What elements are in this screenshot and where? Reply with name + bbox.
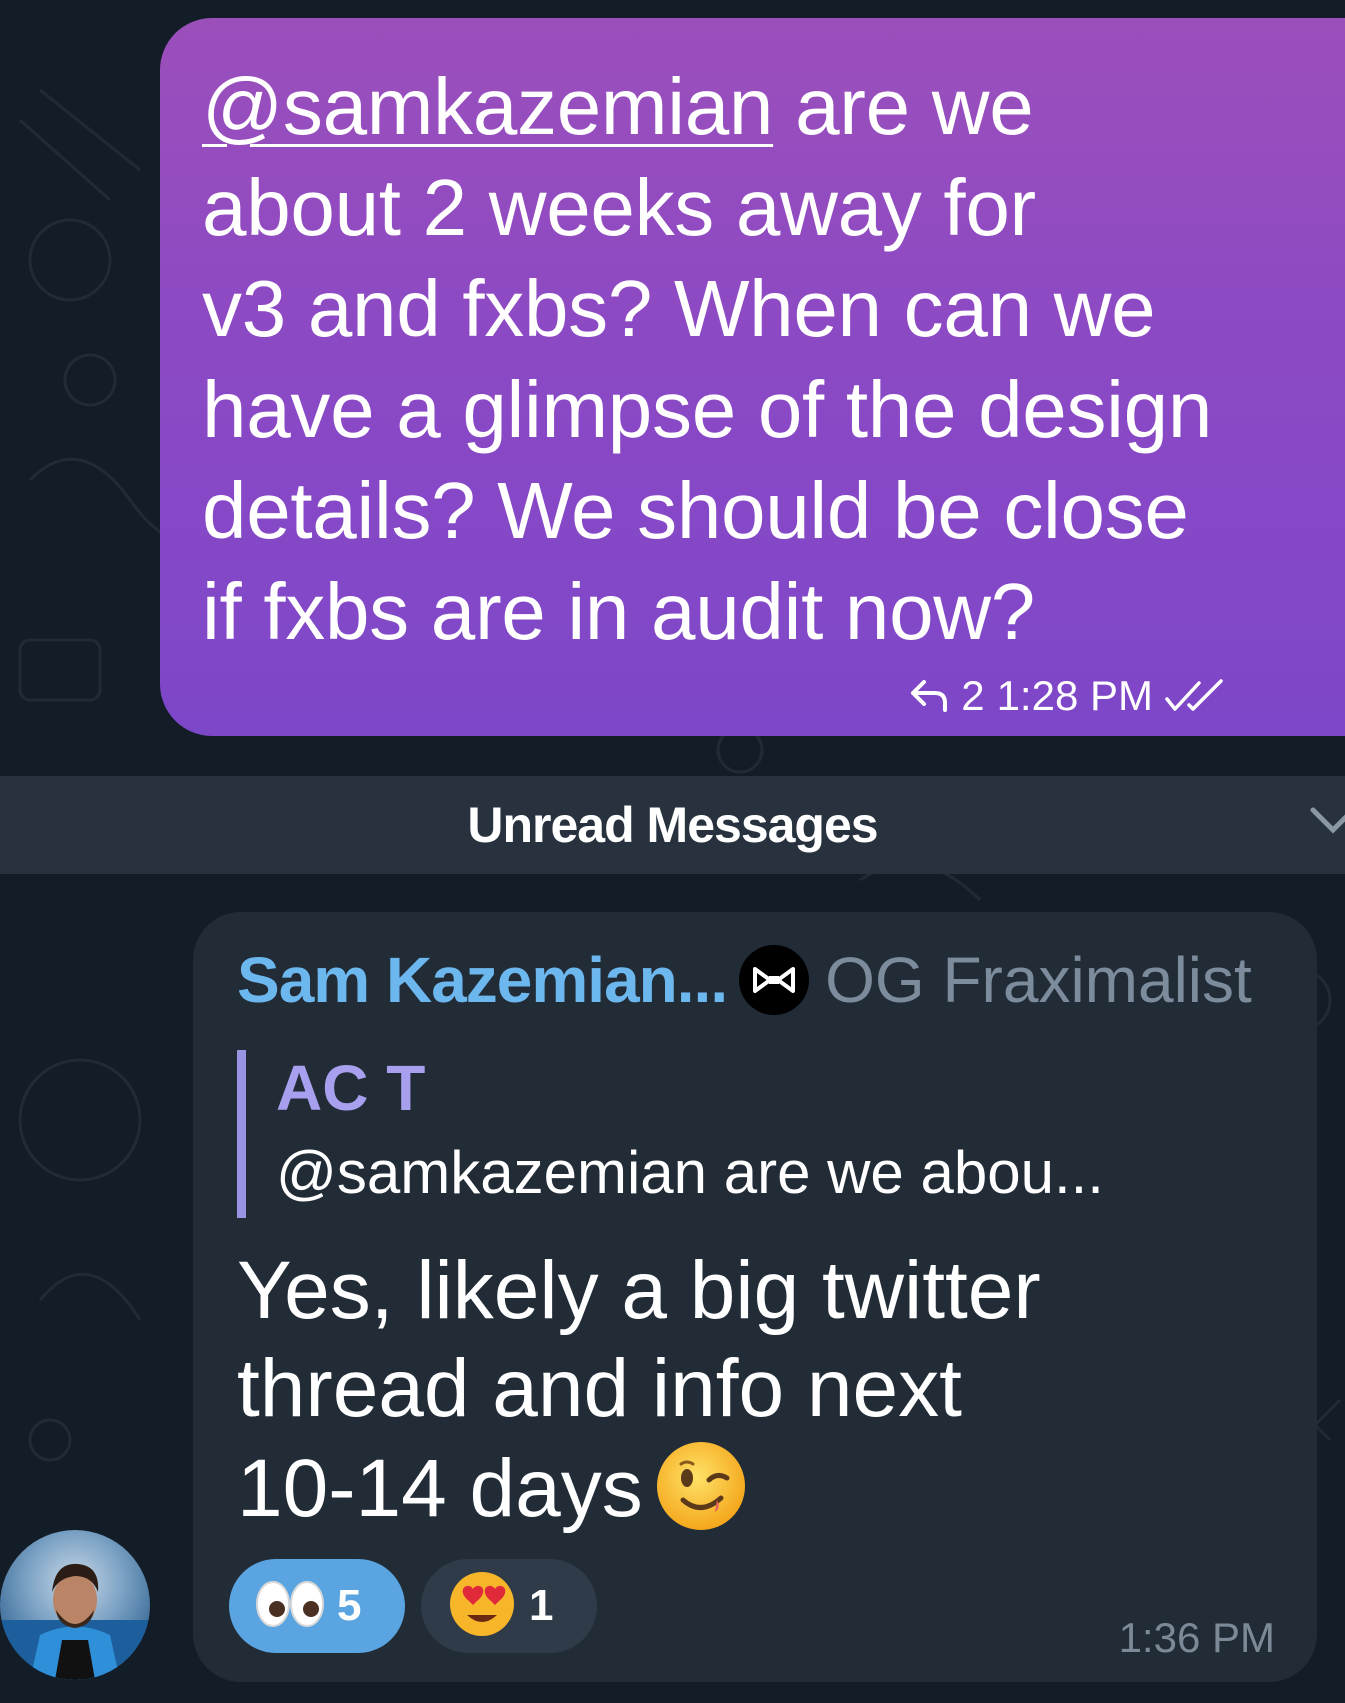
chat-view: @samkazemian are we about 2 weeks away f… [0, 0, 1345, 1703]
reply-quote-text: @samkazemian are we abou... [276, 1139, 1104, 1206]
outgoing-message-time: 1:28 PM [996, 672, 1153, 719]
sender-title: OG Fraximalist [825, 944, 1252, 1016]
reply-arrow-icon[interactable] [909, 678, 949, 714]
avatar[interactable] [0, 1530, 150, 1680]
sender-name[interactable]: Sam Kazemian... [237, 943, 728, 1017]
incoming-message-text: Yes, likely a big twitter thread and inf… [237, 1242, 1281, 1538]
incoming-message-body: Yes, likely a big twitter thread and inf… [237, 1245, 1041, 1534]
reply-quote-author: AC T [276, 1052, 426, 1124]
incoming-message-time: 1:36 PM [1118, 1614, 1275, 1661]
unread-messages-divider: Unread Messages [0, 776, 1345, 874]
outgoing-message-meta: 2 1:28 PM [909, 672, 1225, 720]
reactions-row: 5 1 [229, 1559, 597, 1653]
bowtie-icon [739, 945, 810, 1015]
double-check-icon [1165, 679, 1225, 713]
sender-row: Sam Kazemian... OG Fraximalist [237, 940, 1281, 1020]
reaction-eyes[interactable]: 5 [229, 1559, 405, 1653]
heart-eyes-icon [447, 1569, 517, 1644]
chevron-down-icon[interactable] [1309, 804, 1345, 843]
reply-count[interactable]: 2 [961, 672, 984, 720]
outgoing-message-body: are we about 2 weeks away for v3 and fxb… [202, 62, 1213, 656]
mention-link[interactable]: @samkazemian [202, 62, 773, 151]
reaction-count: 5 [337, 1581, 362, 1630]
reaction-count: 1 [529, 1581, 554, 1630]
outgoing-message-text: @samkazemian are we about 2 weeks away f… [202, 56, 1330, 662]
outgoing-message-bubble[interactable]: @samkazemian are we about 2 weeks away f… [160, 18, 1345, 736]
incoming-message-bubble[interactable]: Sam Kazemian... OG Fraximalist AC T @sam… [193, 912, 1317, 1682]
reaction-heart-eyes[interactable]: 1 [421, 1559, 597, 1653]
eyes-icon [255, 1579, 325, 1634]
winking-face-icon [653, 1438, 749, 1534]
reply-quote[interactable]: AC T @samkazemian are we abou... [237, 1050, 1281, 1218]
unread-messages-label: Unread Messages [467, 797, 878, 853]
